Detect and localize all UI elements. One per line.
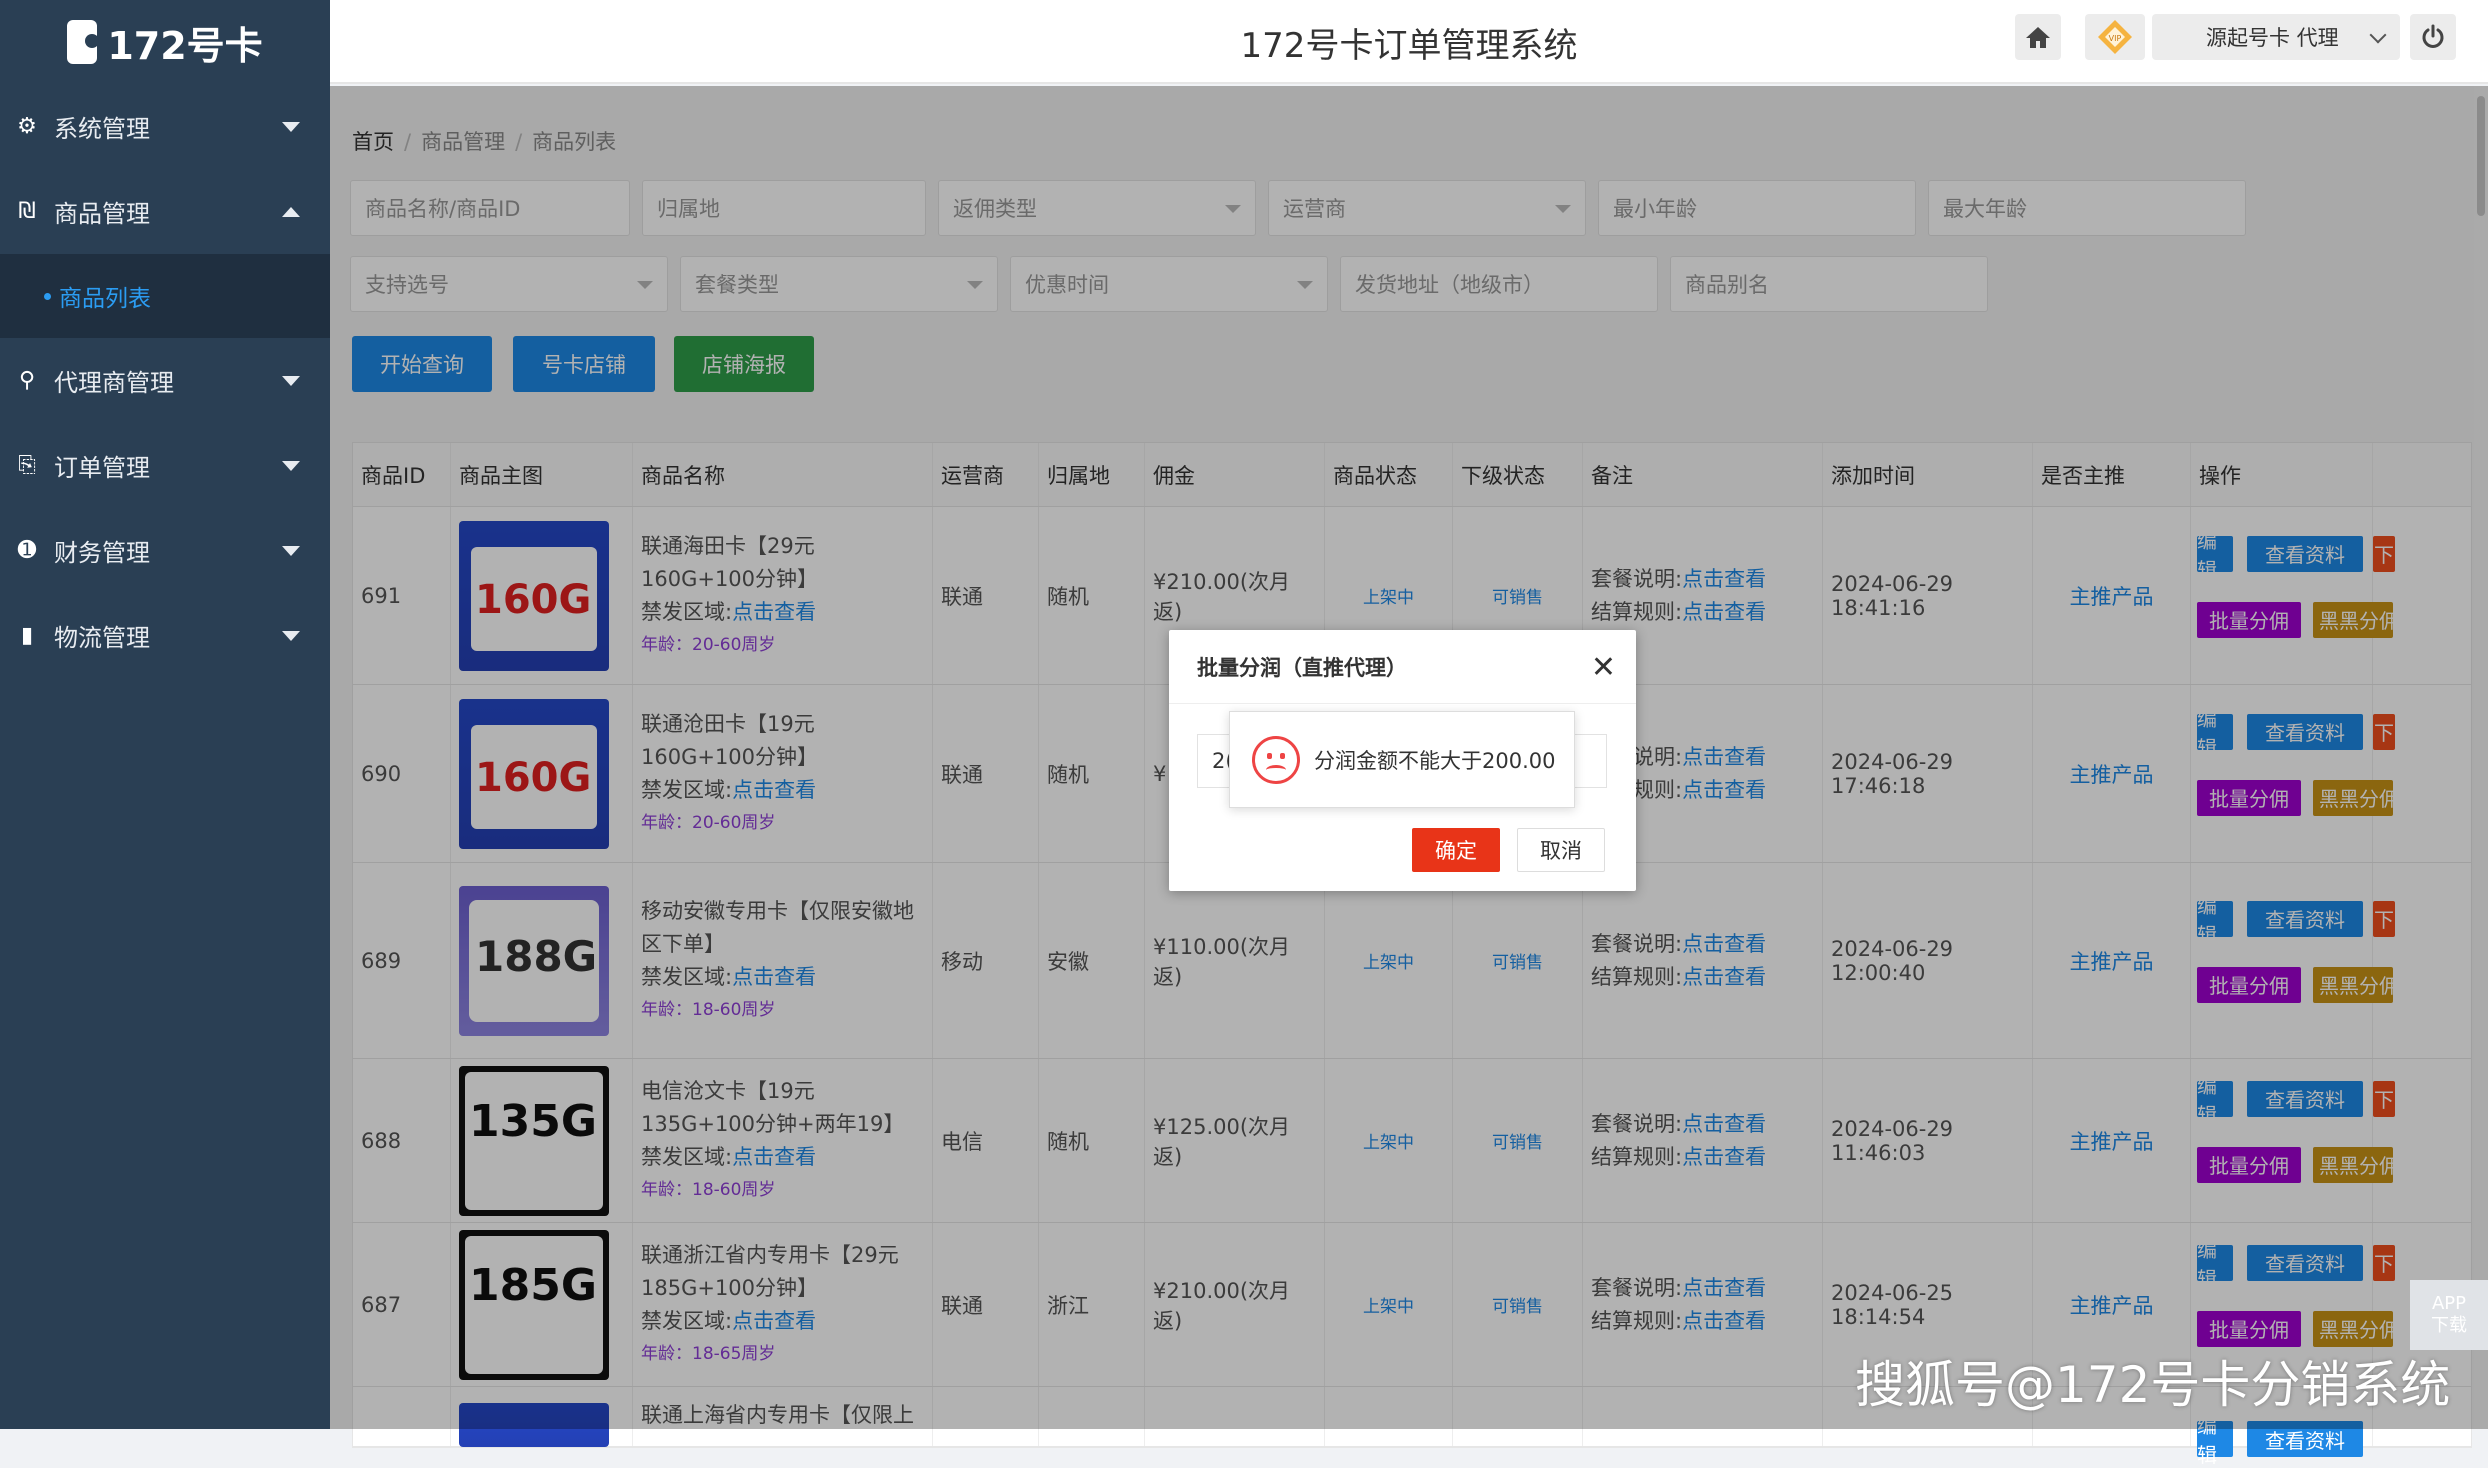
caret-down-icon xyxy=(282,461,300,471)
top-bar: 172号卡订单管理系统 VIP 源起号卡 代理 xyxy=(330,0,2488,84)
order-icon: ⎘ xyxy=(18,453,36,478)
logout-button[interactable] xyxy=(2410,14,2456,60)
sad-face-icon xyxy=(1252,735,1300,784)
bookmark-icon: ▮ xyxy=(20,623,34,648)
sidebar-item-product[interactable]: ₪ 商品管理 xyxy=(0,169,330,254)
power-icon xyxy=(2422,24,2444,48)
error-toast: 分润金额不能大于200.00 xyxy=(1229,711,1575,808)
logo-text: 172号卡 xyxy=(107,23,263,68)
user-dropdown[interactable]: 源起号卡 代理 xyxy=(2152,14,2400,60)
sidebar: 172号卡 ⚙ 系统管理 ₪ 商品管理 商品列表 ⚲ 代理商管理 ⎘ 订单管理 ➊ 财务管… xyxy=(0,0,330,1429)
caret-up-icon xyxy=(282,207,300,217)
sidebar-item-finance[interactable]: ➊ 财务管理 xyxy=(0,508,330,593)
sidebar-item-order[interactable]: ⎘ 订单管理 xyxy=(0,423,330,508)
toast-message: 分润金额不能大于200.00 xyxy=(1314,748,1556,773)
home-button[interactable] xyxy=(2015,14,2061,60)
home-icon xyxy=(2026,27,2050,48)
logo-mark-icon xyxy=(67,20,100,64)
sidebar-subitem-product-list[interactable]: 商品列表 xyxy=(0,254,330,338)
app-download-label: 下载 xyxy=(2431,1315,2467,1336)
sidebar-item-label: 财务管理 xyxy=(54,539,150,567)
logo: 172号卡 xyxy=(0,0,330,84)
sidebar-item-label: 商品管理 xyxy=(54,200,150,228)
cancel-button[interactable]: 取消 xyxy=(1517,828,1605,872)
confirm-button[interactable]: 确定 xyxy=(1412,828,1500,872)
chevron-down-icon xyxy=(2369,26,2387,44)
vip-button[interactable]: VIP xyxy=(2085,14,2145,60)
caret-down-icon xyxy=(282,376,300,386)
dialog-title: 批量分润（直推代理） xyxy=(1169,630,1636,704)
svg-text:VIP: VIP xyxy=(2109,34,2122,43)
sidebar-item-label: 物流管理 xyxy=(54,624,150,652)
product-icon: ₪ xyxy=(18,199,36,224)
side-menu: ⚙ 系统管理 ₪ 商品管理 商品列表 ⚲ 代理商管理 ⎘ 订单管理 ➊ 财务管理 ▮ 物流管… xyxy=(0,84,330,678)
close-icon[interactable]: ✕ xyxy=(1591,650,1616,685)
sidebar-item-logistics[interactable]: ▮ 物流管理 xyxy=(0,593,330,678)
user-name: 源起号卡 代理 xyxy=(2206,26,2339,50)
vip-diamond-icon: VIP xyxy=(2098,20,2132,54)
app-download-button[interactable]: APP 下载 xyxy=(2410,1280,2488,1350)
sidebar-item-system[interactable]: ⚙ 系统管理 xyxy=(0,84,330,169)
sidebar-item-label: 系统管理 xyxy=(54,115,150,143)
caret-down-icon xyxy=(282,546,300,556)
agent-icon: ⚲ xyxy=(18,368,36,393)
finance-icon: ➊ xyxy=(17,538,37,563)
sidebar-item-agent[interactable]: ⚲ 代理商管理 xyxy=(0,338,330,423)
watermark: 搜狐号@172号卡分销系统 xyxy=(1855,1356,2451,1414)
sidebar-item-label: 代理商管理 xyxy=(54,369,174,397)
caret-down-icon xyxy=(282,631,300,641)
caret-down-icon xyxy=(282,122,300,132)
app-download-label: APP xyxy=(2431,1293,2467,1314)
gear-icon: ⚙ xyxy=(17,114,37,139)
sidebar-item-label: 订单管理 xyxy=(54,454,150,482)
